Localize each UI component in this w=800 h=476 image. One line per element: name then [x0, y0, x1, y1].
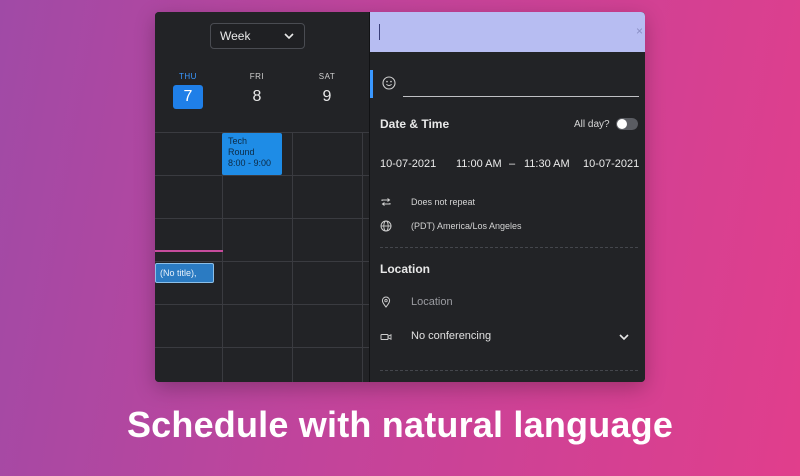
globe-icon [380, 220, 392, 232]
day-header-fri[interactable]: FRI 8 [227, 72, 287, 109]
grid-line [155, 261, 369, 262]
description-input-line[interactable] [403, 96, 639, 97]
app-window: Week THU 7 FRI 8 SAT 9 Tech Round 8:00 -… [155, 12, 645, 382]
caption-heading: Schedule with natural language [126, 404, 674, 445]
start-date[interactable]: 10-07-2021 [380, 158, 436, 170]
section-divider [380, 370, 638, 371]
event-no-title[interactable]: (No title), [155, 263, 214, 283]
emoji-icon[interactable] [382, 76, 396, 90]
all-day-label: All day? [574, 119, 610, 130]
event-time: 8:00 - 9:00 [228, 158, 272, 168]
view-select-value: Week [220, 29, 251, 43]
view-select[interactable]: Week [210, 23, 305, 49]
section-divider [380, 247, 638, 248]
toggle-knob [617, 119, 627, 129]
timezone-option[interactable]: (PDT) America/Los Angeles [411, 221, 522, 231]
end-date[interactable]: 10-07-2021 [583, 158, 639, 170]
time-separator: – [509, 158, 516, 170]
day-name: FRI [249, 72, 265, 81]
day-date-today[interactable]: 7 [173, 85, 203, 109]
chevron-down-icon[interactable] [618, 331, 630, 343]
day-header-sat[interactable]: SAT 9 [297, 72, 357, 109]
repeat-option[interactable]: Does not repeat [411, 197, 475, 207]
accent-bar [370, 70, 373, 98]
conferencing-select[interactable]: No conferencing [411, 330, 491, 342]
grid-column-line [292, 132, 293, 382]
chevron-down-icon [284, 33, 294, 40]
event-title-input[interactable]: × [370, 12, 645, 52]
current-time-line [155, 250, 223, 252]
grid-line [155, 347, 369, 348]
date-time-heading: Date & Time [380, 117, 450, 131]
event-title: Tech Round [228, 136, 255, 157]
day-date[interactable]: 9 [312, 85, 342, 109]
text-caret [379, 24, 380, 40]
day-name: THU [179, 72, 197, 81]
all-day-toggle[interactable] [616, 118, 638, 130]
close-icon[interactable]: × [636, 24, 643, 38]
day-header-thu[interactable]: THU 7 [158, 72, 218, 109]
map-pin-icon [381, 296, 391, 308]
day-date[interactable]: 8 [242, 85, 272, 109]
video-camera-icon [380, 334, 392, 340]
grid-line [155, 304, 369, 305]
event-tech-round[interactable]: Tech Round 8:00 - 9:00 [222, 133, 282, 175]
location-input[interactable]: Location [411, 296, 453, 308]
grid-column-line [362, 132, 363, 382]
event-editor-panel: × Date & Time All day? 10-07-2021 11:00 … [370, 12, 645, 382]
start-time[interactable]: 11:00 AM [456, 158, 502, 170]
repeat-icon [381, 198, 391, 206]
grid-line [155, 218, 369, 219]
end-time[interactable]: 11:30 AM [524, 158, 570, 170]
day-name: SAT [318, 72, 336, 81]
calendar-week-view: Week THU 7 FRI 8 SAT 9 Tech Round 8:00 -… [155, 12, 369, 382]
location-heading: Location [380, 262, 430, 276]
grid-line [155, 175, 369, 176]
